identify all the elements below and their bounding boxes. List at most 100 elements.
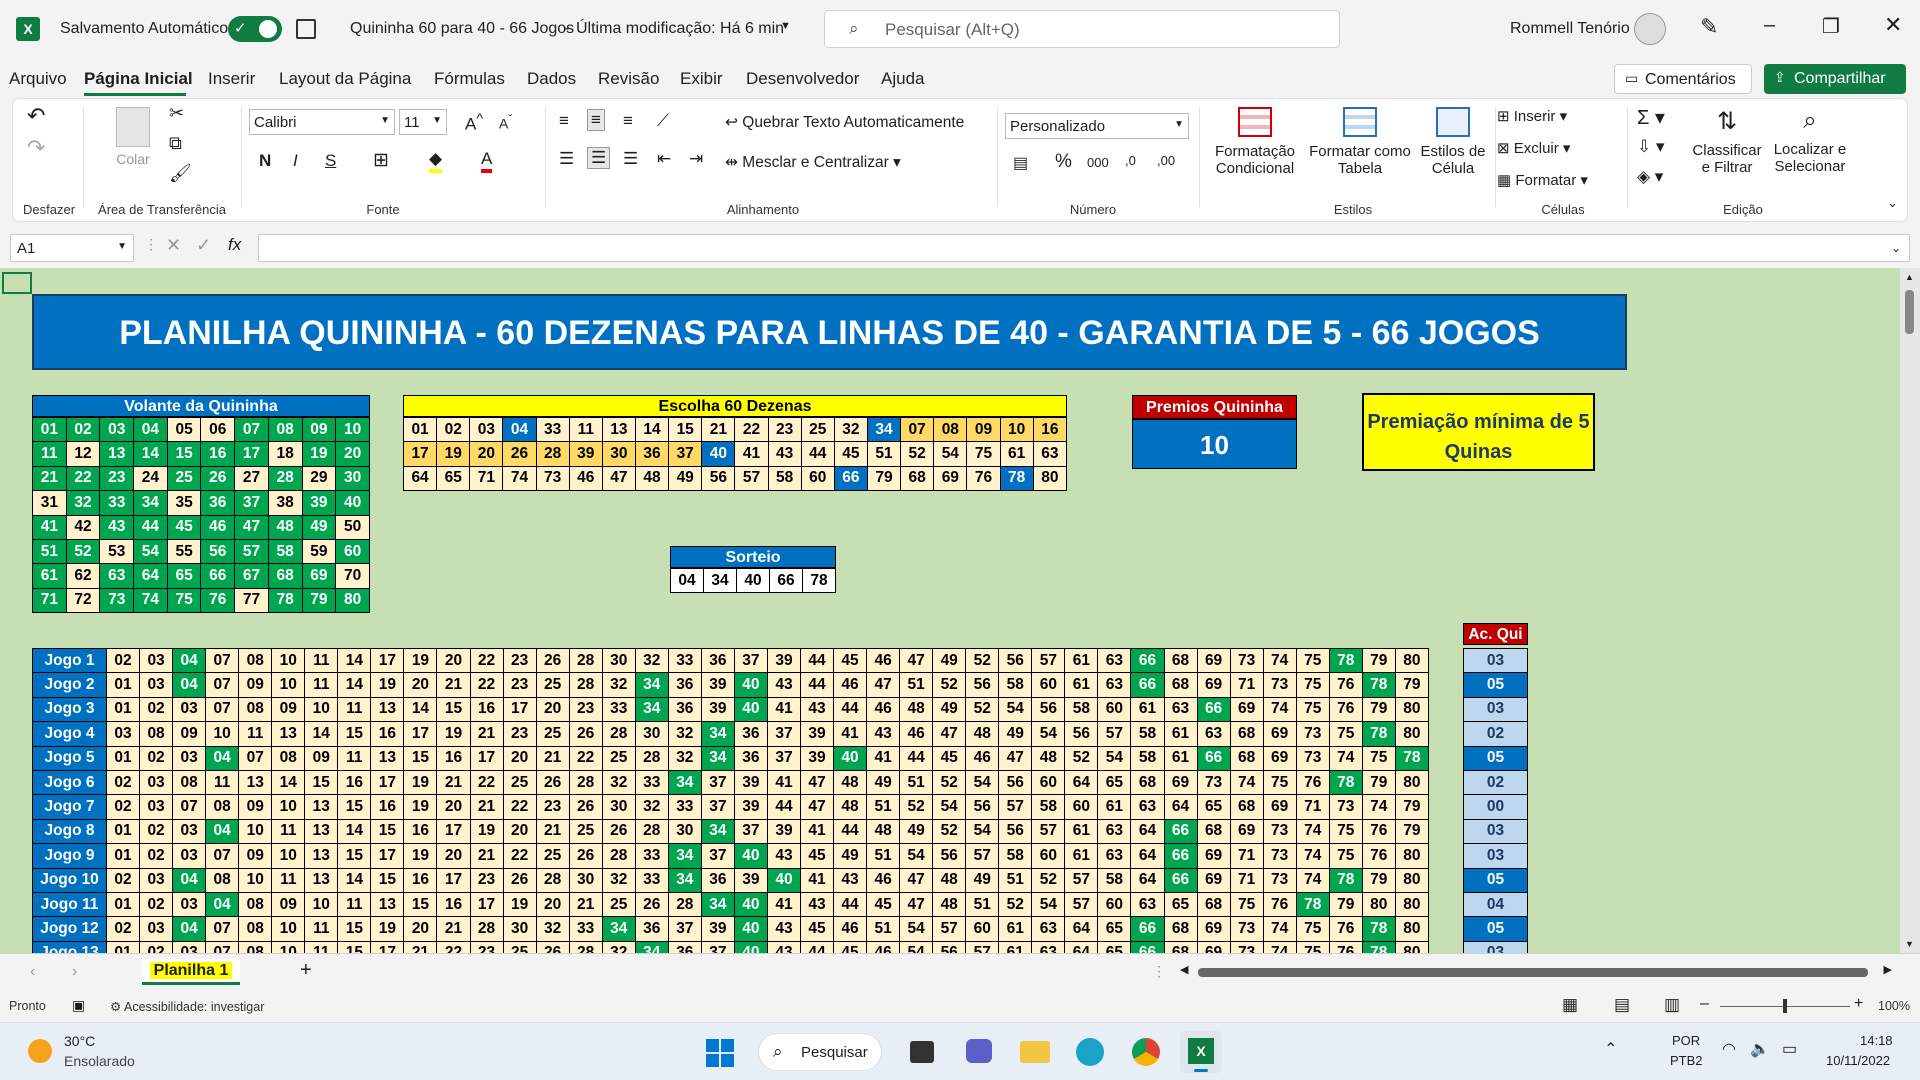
zoom-in-icon[interactable]: +	[1854, 995, 1863, 1013]
last-modified[interactable]: Última modificação: Há 6 min	[576, 20, 784, 38]
wrap-text-button[interactable]: ↩ Quebrar Texto Automaticamente	[725, 113, 964, 132]
menu-arquivo[interactable]: Arquivo	[9, 69, 67, 89]
edge-icon[interactable]	[1076, 1038, 1104, 1066]
chat-icon[interactable]	[966, 1039, 992, 1063]
menu-pagina-inicial[interactable]: Página Inicial	[84, 69, 193, 89]
borders-icon[interactable]: ⊞	[373, 149, 389, 172]
align-center-icon[interactable]: ☰	[587, 147, 611, 169]
page-layout-icon[interactable]: ▤	[1614, 995, 1630, 1015]
formula-input[interactable]: ⌄	[258, 234, 1910, 262]
zoom-out-icon[interactable]: –	[1700, 995, 1709, 1013]
language-1[interactable]: POR	[1672, 1033, 1700, 1048]
enter-icon[interactable]: ✓	[196, 235, 211, 256]
align-left-icon[interactable]: ☰	[559, 149, 574, 169]
menu-formulas[interactable]: Fórmulas	[434, 69, 505, 89]
tab-prev-icon[interactable]: ‹	[30, 963, 35, 981]
function-icon[interactable]: fx	[228, 235, 241, 255]
align-middle-icon[interactable]: ≡	[587, 109, 605, 131]
taskbar-search[interactable]: ⌕ Pesquisar	[758, 1033, 882, 1071]
chevron-up-icon[interactable]: ⌃	[1604, 1039, 1617, 1059]
horizontal-scrollbar[interactable]: ◀ ▶	[1176, 964, 1896, 979]
menu-inserir[interactable]: Inserir	[208, 69, 255, 89]
tab-next-icon[interactable]: ›	[72, 963, 77, 981]
menu-exibir[interactable]: Exibir	[680, 69, 723, 89]
merge-center-button[interactable]: ⇹ Mesclar e Centralizar ▾	[725, 153, 901, 172]
wifi-icon[interactable]: ◠	[1722, 1039, 1736, 1059]
save-icon[interactable]	[296, 19, 316, 39]
restore-icon[interactable]: ❐	[1822, 14, 1840, 39]
chrome-icon[interactable]	[1132, 1038, 1160, 1066]
language-2[interactable]: PTB2	[1670, 1053, 1703, 1068]
worksheet[interactable]: PLANILHA QUININHA - 60 DEZENAS PARA LINH…	[0, 268, 1920, 953]
task-view-icon[interactable]	[910, 1041, 934, 1063]
menu-desenvolvedor[interactable]: Desenvolvedor	[746, 69, 859, 89]
format-as-table-button[interactable]: Formatar como Tabela	[1305, 107, 1415, 177]
vertical-scrollbar[interactable]: ▲ ▼	[1900, 268, 1920, 953]
currency-icon[interactable]: ▤	[1013, 153, 1028, 173]
number-format-select[interactable]: Personalizado ▼	[1005, 113, 1189, 139]
zoom-slider[interactable]	[1720, 999, 1850, 1013]
conditional-format-button[interactable]: Formatação Condicional	[1205, 107, 1305, 177]
sheet-tab-planilha1[interactable]: Planilha 1	[142, 959, 240, 985]
menu-dados[interactable]: Dados	[527, 69, 576, 89]
redo-icon[interactable]: ↷	[27, 135, 45, 161]
accessibility-status[interactable]: ⚙ Acessibilidade: investigar	[110, 999, 264, 1014]
autosum-icon[interactable]: Σ ▾	[1637, 105, 1665, 130]
format-painter-icon[interactable]: 🖌	[169, 163, 192, 184]
cut-icon[interactable]: ✂	[169, 103, 184, 124]
format-cells-button[interactable]: ▦ Formatar ▾	[1497, 171, 1588, 189]
italic-button[interactable]: I	[293, 151, 298, 171]
paste-button[interactable]: Colar	[113, 107, 153, 167]
cancel-icon[interactable]: ✕	[166, 235, 181, 256]
copy-icon[interactable]: ⧉	[169, 133, 182, 154]
delete-cells-button[interactable]: ⊠ Excluir ▾	[1497, 139, 1570, 157]
percent-icon[interactable]: %	[1055, 151, 1072, 173]
add-sheet-button[interactable]: +	[300, 959, 312, 982]
decrease-indent-icon[interactable]: ⇤	[657, 149, 671, 169]
excel-taskbar-icon[interactable]: X	[1180, 1031, 1222, 1073]
autosave-toggle[interactable]: ✓	[228, 16, 282, 42]
comments-button[interactable]: ▭ Comentários	[1614, 64, 1752, 94]
increase-indent-icon[interactable]: ⇥	[689, 149, 703, 169]
sort-filter-button[interactable]: ⇅ Classificar e Filtrar	[1689, 107, 1765, 176]
fill-icon[interactable]: ⇩ ▾	[1637, 137, 1665, 157]
scroll-thumb[interactable]	[1905, 290, 1914, 334]
cell-styles-button[interactable]: Estilos de Célula	[1415, 107, 1491, 177]
font-name-select[interactable]: Calibri ▼	[249, 109, 395, 135]
menu-layout[interactable]: Layout da Página	[279, 69, 411, 89]
align-top-icon[interactable]: ≡	[559, 111, 569, 131]
share-button[interactable]: ⇪ Compartilhar	[1764, 64, 1906, 94]
file-explorer-icon[interactable]	[1020, 1041, 1050, 1063]
pen-icon[interactable]: ✎	[1700, 14, 1718, 40]
shrink-font-icon[interactable]: Aˇ	[499, 113, 512, 132]
battery-icon[interactable]: ▭	[1782, 1039, 1797, 1059]
align-bottom-icon[interactable]: ≡	[623, 111, 633, 131]
scroll-thumb[interactable]	[1198, 968, 1868, 977]
speaker-icon[interactable]: 🔈	[1750, 1039, 1770, 1059]
fill-color-icon[interactable]: ◆	[429, 149, 443, 173]
close-icon[interactable]: ✕	[1884, 12, 1902, 38]
selected-cell[interactable]	[2, 272, 32, 294]
orientation-icon[interactable]: ⟋	[657, 111, 669, 131]
bold-button[interactable]: N	[259, 151, 271, 171]
font-color-icon[interactable]: A	[481, 149, 493, 173]
normal-view-icon[interactable]: ▦	[1562, 995, 1578, 1015]
start-button[interactable]	[706, 1039, 734, 1067]
grow-font-icon[interactable]: A^	[465, 111, 483, 135]
underline-button[interactable]: S	[325, 151, 336, 171]
menu-revisao[interactable]: Revisão	[598, 69, 659, 89]
menu-ajuda[interactable]: Ajuda	[881, 69, 924, 89]
insert-cells-button[interactable]: ⊞ Inserir ▾	[1497, 107, 1567, 125]
decrease-decimal-icon[interactable]: ,00	[1157, 153, 1175, 168]
minimize-icon[interactable]: –	[1764, 14, 1775, 37]
increase-decimal-icon[interactable]: ,0	[1125, 153, 1136, 168]
search-box[interactable]: ⌕ Pesquisar (Alt+Q)	[824, 10, 1340, 48]
collapse-ribbon-icon[interactable]: ⌄	[1887, 195, 1898, 211]
undo-icon[interactable]: ↶	[27, 103, 45, 129]
align-right-icon[interactable]: ☰	[623, 149, 638, 169]
clear-icon[interactable]: ◈ ▾	[1637, 167, 1663, 187]
page-break-icon[interactable]: ▥	[1664, 995, 1680, 1015]
font-size-select[interactable]: 11 ▼	[399, 109, 447, 135]
avatar[interactable]	[1634, 13, 1666, 45]
find-select-button[interactable]: ⌕ Localizar e Selecionar	[1767, 107, 1853, 175]
